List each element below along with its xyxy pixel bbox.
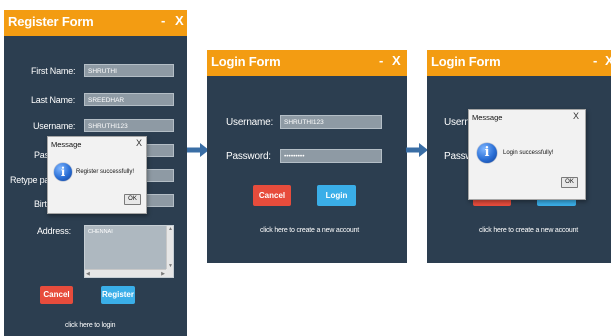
register-dialog-title: Message: [51, 140, 82, 149]
login2-titlebar: Login Form - X: [427, 50, 611, 76]
login2-close-button[interactable]: X: [605, 53, 611, 68]
flow-arrow-icon: [406, 143, 428, 157]
login-username-label: Username:: [226, 117, 274, 128]
login-dialog-ok-button[interactable]: OK: [561, 177, 578, 188]
scroll-right-icon[interactable]: ▶: [161, 271, 165, 277]
info-icon: i: [477, 143, 497, 163]
login-username-field[interactable]: SHRUTHI123: [280, 115, 382, 129]
login-close-button[interactable]: X: [392, 53, 401, 68]
register-titlebar: Register Form - X: [4, 10, 187, 36]
address-vertical-scrollbar[interactable]: ▲ ▼: [166, 226, 173, 269]
register-title: Register Form: [8, 14, 94, 29]
login-message-dialog: Message X i Login successfully! OK: [468, 109, 586, 200]
login-cancel-button[interactable]: Cancel: [253, 185, 291, 206]
username-field[interactable]: SHRUTHI123: [84, 119, 174, 132]
login-minimize-button[interactable]: -: [379, 53, 383, 68]
create-account-link[interactable]: click here to create a new account: [260, 227, 359, 234]
scrollbar-corner: [166, 269, 173, 277]
last-name-label: Last Name:: [31, 95, 76, 105]
register-close-button[interactable]: X: [175, 13, 184, 28]
login-form-window: Login Form - X Username: SHRUTHI123 Pass…: [207, 50, 407, 263]
first-name-field[interactable]: SHRUTHI: [84, 64, 174, 77]
scroll-up-icon[interactable]: ▲: [168, 226, 173, 232]
register-minimize-button[interactable]: -: [161, 13, 165, 28]
login-dialog-close-button[interactable]: X: [573, 111, 579, 121]
birth-date-label: Birt: [34, 199, 47, 209]
address-label: Address:: [37, 226, 71, 236]
address-textarea[interactable]: CHENNAI ▲ ▼ ◀ ▶: [84, 225, 174, 278]
register-dialog-message: Register successfully!: [76, 169, 135, 175]
register-submit-button[interactable]: Register: [101, 286, 135, 304]
register-dialog-close-button[interactable]: X: [136, 138, 142, 148]
login2-title: Login Form: [431, 54, 501, 69]
register-message-dialog: Message X i Register successfully! OK: [47, 136, 147, 214]
scroll-left-icon[interactable]: ◀: [86, 271, 90, 277]
login-titlebar: Login Form - X: [207, 50, 407, 76]
login-link[interactable]: click here to login: [65, 322, 115, 329]
username-label: Username:: [33, 121, 76, 131]
login-dialog-message: Login successfully!: [503, 150, 554, 156]
address-horizontal-scrollbar[interactable]: ◀ ▶: [85, 269, 166, 277]
last-name-field[interactable]: SREEDHAR: [84, 93, 174, 106]
login2-minimize-button[interactable]: -: [593, 53, 597, 68]
address-value: CHENNAI: [88, 229, 113, 235]
stage: Register Form - X First Name: SHRUTHI La…: [0, 0, 611, 336]
login-title: Login Form: [211, 54, 281, 69]
info-icon: i: [54, 163, 72, 181]
login-password-label: Password:: [226, 151, 271, 162]
login-password-field[interactable]: •••••••••: [280, 149, 382, 163]
first-name-label: First Name:: [31, 66, 76, 76]
login-dialog-title: Message: [472, 113, 503, 122]
register-dialog-ok-button[interactable]: OK: [124, 194, 141, 205]
login-submit-button[interactable]: Login: [317, 185, 356, 206]
login2-create-account-link[interactable]: click here to create a new account: [479, 227, 578, 234]
flow-arrow-icon: [187, 143, 209, 157]
register-cancel-button[interactable]: Cancel: [40, 286, 73, 304]
